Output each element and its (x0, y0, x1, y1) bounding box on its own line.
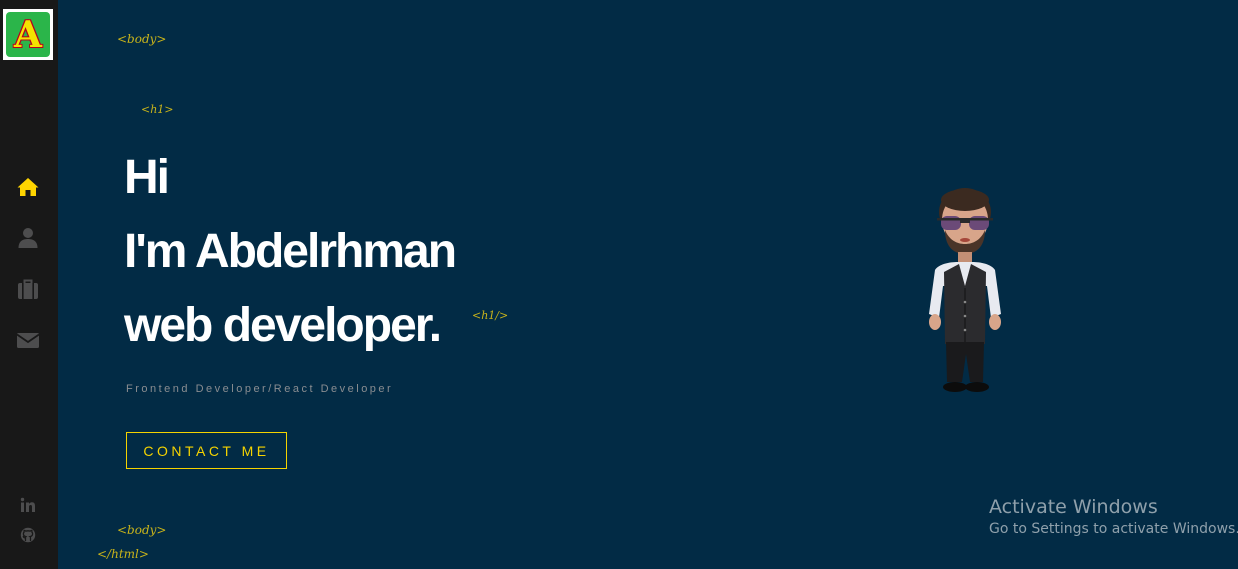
github-icon[interactable] (20, 527, 36, 543)
body-open-tag: <body> (117, 32, 167, 46)
envelope-icon[interactable] (16, 328, 40, 352)
logo-letter: A (14, 14, 42, 56)
logo[interactable]: A (3, 9, 53, 60)
contact-me-button[interactable]: CONTACT ME (126, 432, 287, 469)
windows-activation-title: Activate Windows (989, 496, 1158, 518)
logo-badge: A (6, 12, 50, 57)
h1-close-tag: <h1/> (472, 309, 509, 322)
linkedin-icon[interactable] (20, 497, 36, 513)
avatar-illustration (929, 188, 1001, 392)
hero-name: I'm Abdelrhman (124, 225, 457, 278)
html-close-tag: </html> (97, 547, 149, 561)
h1-open-tag: <h1> (141, 103, 174, 116)
windows-activation-subtitle: Go to Settings to activate Windows. (989, 521, 1238, 537)
body-close-tag: <body> (117, 523, 167, 537)
hero-subtitle: Frontend Developer/React Developer (126, 383, 394, 395)
briefcase-icon[interactable] (16, 277, 40, 301)
home-icon[interactable] (16, 175, 40, 199)
hero-role: web developer. (124, 299, 442, 352)
sidebar: A (0, 0, 58, 569)
user-icon[interactable] (16, 226, 40, 250)
hero-greeting: Hi (124, 151, 170, 204)
